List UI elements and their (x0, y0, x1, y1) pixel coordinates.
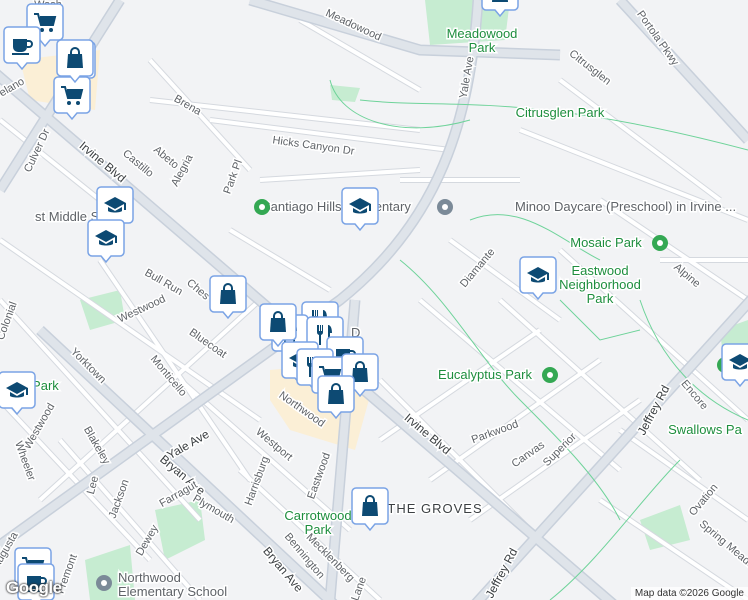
map-marker-shopping-bag[interactable] (56, 39, 94, 84)
google-logo: Google (6, 578, 62, 597)
map-marker-shopping-bag[interactable] (209, 275, 247, 320)
map-marker-school[interactable] (519, 256, 557, 301)
shopping-bag-icon (491, 0, 509, 3)
map-marker-school[interactable] (341, 187, 379, 232)
map-marker-school[interactable] (87, 219, 125, 264)
map-marker-shopping-bag[interactable] (317, 375, 355, 420)
map-attribution[interactable]: Map data ©2026 Google (630, 587, 748, 600)
map-marker-school[interactable] (721, 343, 748, 388)
marker-layer (0, 0, 748, 600)
map-marker-shopping-cart[interactable] (53, 76, 91, 121)
map-canvas[interactable]: WashMeadowoodMeadowoodParkPortola PkwyYa… (0, 0, 748, 600)
map-marker-school[interactable] (0, 371, 36, 416)
map-marker-shopping-bag[interactable] (351, 487, 389, 532)
map-marker-shopping-bag[interactable] (481, 0, 519, 18)
map-marker-coffee[interactable] (3, 26, 41, 71)
map-marker-shopping-bag[interactable] (259, 303, 297, 348)
